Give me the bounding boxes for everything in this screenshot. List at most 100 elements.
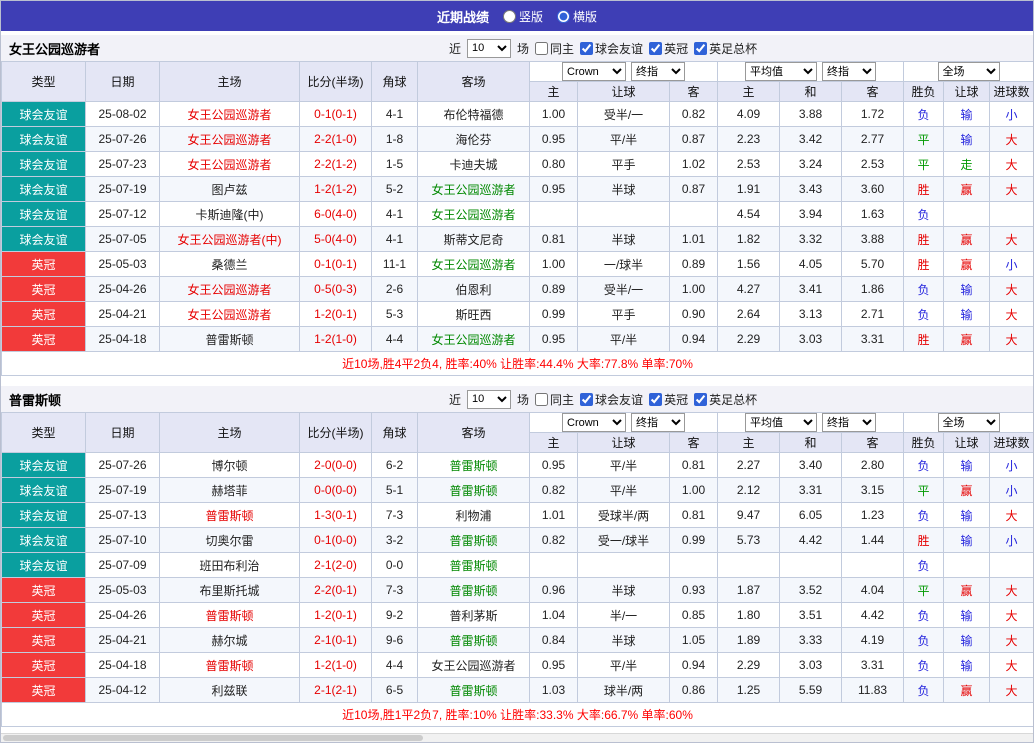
home-team[interactable]: 班田布利治 bbox=[159, 552, 300, 578]
avg-stage-select[interactable]: 终指 bbox=[822, 62, 877, 81]
away-team[interactable]: 利物浦 bbox=[417, 502, 530, 528]
odds-away bbox=[668, 201, 719, 227]
match-score: 0-1(0-1) bbox=[299, 101, 372, 127]
away-team[interactable]: 普雷斯顿 bbox=[417, 552, 530, 578]
average-select[interactable]: 平均值 bbox=[745, 413, 818, 432]
home-team[interactable]: 女王公园巡游者 bbox=[159, 301, 300, 327]
away-team[interactable]: 女王公园巡游者 bbox=[417, 326, 530, 352]
odds-handicap: 一/球半 bbox=[577, 251, 670, 277]
match-count-select[interactable]: 10 bbox=[467, 38, 512, 58]
home-team[interactable]: 图卢兹 bbox=[159, 176, 300, 202]
friendly-checkbox[interactable] bbox=[580, 41, 594, 55]
vertical-radio[interactable] bbox=[502, 9, 516, 23]
result-win-draw-loss: 负 bbox=[903, 502, 945, 528]
same-home-checkbox[interactable] bbox=[535, 41, 549, 55]
away-team[interactable]: 普雷斯顿 bbox=[417, 527, 530, 553]
horizontal-scrollbar[interactable] bbox=[1, 733, 1033, 742]
avg-draw: 3.24 bbox=[779, 151, 843, 177]
away-team[interactable]: 女王公园巡游者 bbox=[417, 201, 530, 227]
corner-score: 11-1 bbox=[371, 251, 418, 277]
home-team[interactable]: 普雷斯顿 bbox=[159, 502, 300, 528]
corner-score: 9-2 bbox=[371, 602, 418, 628]
sub-col-goals: 进球数 bbox=[989, 81, 1033, 102]
away-team[interactable]: 普雷斯顿 bbox=[417, 677, 530, 703]
view-option-vertical[interactable]: 竖版 bbox=[502, 8, 543, 25]
sub-col-odds-handicap: 让球 bbox=[577, 432, 670, 453]
away-team[interactable]: 海伦芬 bbox=[417, 126, 530, 152]
home-team[interactable]: 桑德兰 bbox=[159, 251, 300, 277]
col-type: 类型 bbox=[1, 412, 86, 453]
away-team[interactable]: 女王公园巡游者 bbox=[417, 652, 530, 678]
bookmaker-select[interactable]: Crown bbox=[562, 413, 626, 432]
home-team[interactable]: 赫尔城 bbox=[159, 627, 300, 653]
away-team[interactable]: 普雷斯顿 bbox=[417, 577, 530, 603]
away-team[interactable]: 普雷斯顿 bbox=[417, 452, 530, 478]
away-team[interactable]: 斯旺西 bbox=[417, 301, 530, 327]
away-team[interactable]: 女王公园巡游者 bbox=[417, 176, 530, 202]
away-team[interactable]: 普雷斯顿 bbox=[417, 627, 530, 653]
home-team[interactable]: 普雷斯顿 bbox=[159, 326, 300, 352]
avg-draw: 3.31 bbox=[779, 477, 843, 503]
odds-handicap: 半球 bbox=[577, 226, 670, 252]
same-home-checkbox[interactable] bbox=[535, 392, 549, 406]
result-win-draw-loss: 负 bbox=[903, 101, 945, 127]
home-team[interactable]: 女王公园巡游者(中) bbox=[159, 226, 300, 252]
league-option-facup[interactable]: 英足总杯 bbox=[694, 391, 757, 408]
scope-select[interactable]: 全场 bbox=[937, 62, 1000, 81]
match-count-select[interactable]: 10 bbox=[467, 389, 512, 409]
away-team[interactable]: 斯蒂文尼奇 bbox=[417, 226, 530, 252]
league-option-facup[interactable]: 英足总杯 bbox=[694, 40, 757, 57]
league-option-championship[interactable]: 英冠 bbox=[649, 391, 688, 408]
avg-away: 11.83 bbox=[841, 677, 905, 703]
odds-handicap: 平手 bbox=[577, 301, 670, 327]
championship-checkbox[interactable] bbox=[649, 41, 663, 55]
away-team[interactable]: 普利茅斯 bbox=[417, 602, 530, 628]
home-team[interactable]: 普雷斯顿 bbox=[159, 602, 300, 628]
same-home-option[interactable]: 同主 bbox=[535, 391, 574, 408]
home-team[interactable]: 女王公园巡游者 bbox=[159, 126, 300, 152]
match-score: 2-0(0-0) bbox=[299, 452, 372, 478]
away-team[interactable]: 布伦特福德 bbox=[417, 101, 530, 127]
home-team[interactable]: 卡斯迪隆(中) bbox=[159, 201, 300, 227]
odds-home: 1.01 bbox=[529, 502, 578, 528]
avg-draw: 3.51 bbox=[779, 602, 843, 628]
championship-checkbox[interactable] bbox=[649, 392, 663, 406]
match-row: 球会友谊 25-07-23 女王公园巡游者 2-2(1-2) 1-5 卡迪夫城 0.80 平手… bbox=[1, 151, 1033, 177]
home-team[interactable]: 女王公园巡游者 bbox=[159, 276, 300, 302]
odds-group-header: Crown 终指 bbox=[528, 412, 719, 433]
league-option-friendly[interactable]: 球会友谊 bbox=[580, 391, 643, 408]
home-team[interactable]: 普雷斯顿 bbox=[159, 652, 300, 678]
friendly-checkbox[interactable] bbox=[580, 392, 594, 406]
odds-away: 0.82 bbox=[668, 101, 719, 127]
odds-stage-select[interactable]: 终指 bbox=[631, 413, 685, 432]
view-option-horizontal[interactable]: 横版 bbox=[557, 8, 597, 25]
odds-stage-select[interactable]: 终指 bbox=[631, 62, 685, 81]
home-team[interactable]: 利兹联 bbox=[159, 677, 300, 703]
league-option-championship[interactable]: 英冠 bbox=[649, 40, 688, 57]
home-team[interactable]: 切奥尔雷 bbox=[159, 527, 300, 553]
away-team[interactable]: 普雷斯顿 bbox=[417, 477, 530, 503]
away-team[interactable]: 卡迪夫城 bbox=[417, 151, 530, 177]
facup-checkbox[interactable] bbox=[694, 392, 708, 406]
home-team[interactable]: 博尔顿 bbox=[159, 452, 300, 478]
home-team[interactable]: 赫塔菲 bbox=[159, 477, 300, 503]
avg-stage-select[interactable]: 终指 bbox=[822, 413, 877, 432]
home-team[interactable]: 布里斯托城 bbox=[159, 577, 300, 603]
away-team[interactable]: 伯恩利 bbox=[417, 276, 530, 302]
avg-home: 2.27 bbox=[717, 452, 781, 478]
bookmaker-select[interactable]: Crown bbox=[562, 62, 626, 81]
odds-home: 0.95 bbox=[529, 452, 578, 478]
odds-home: 1.03 bbox=[529, 677, 578, 703]
same-home-option[interactable]: 同主 bbox=[535, 40, 574, 57]
horizontal-radio[interactable] bbox=[557, 9, 570, 23]
result-handicap: 输 bbox=[943, 276, 991, 302]
avg-group-header: 平均值 终指 bbox=[717, 412, 905, 433]
league-option-friendly[interactable]: 球会友谊 bbox=[580, 40, 643, 57]
match-date: 25-07-10 bbox=[85, 527, 160, 553]
average-select[interactable]: 平均值 bbox=[745, 62, 818, 81]
away-team[interactable]: 女王公园巡游者 bbox=[417, 251, 530, 277]
home-team[interactable]: 女王公园巡游者 bbox=[159, 151, 300, 177]
facup-checkbox[interactable] bbox=[694, 41, 708, 55]
home-team[interactable]: 女王公园巡游者 bbox=[159, 101, 300, 127]
scope-select[interactable]: 全场 bbox=[937, 413, 1000, 432]
